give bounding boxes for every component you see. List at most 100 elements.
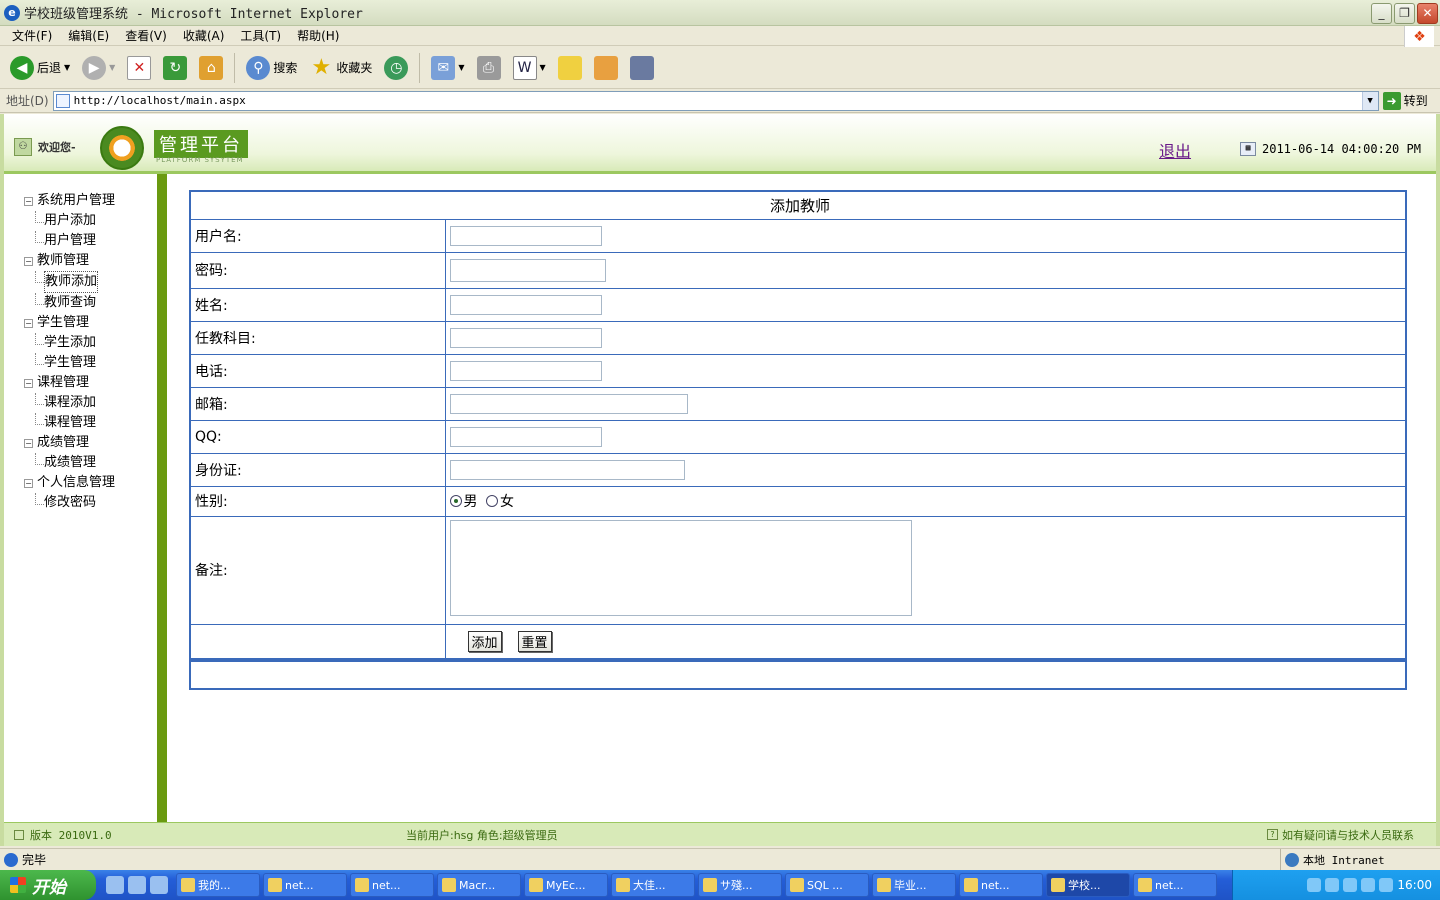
qq-cell: [444, 419, 1407, 454]
messenger-button[interactable]: [626, 54, 658, 82]
logout-link[interactable]: 退出: [1159, 138, 1191, 162]
reset-button[interactable]: 重置: [517, 630, 552, 652]
idcard-input[interactable]: [449, 459, 685, 480]
security-icon[interactable]: [1379, 878, 1394, 892]
datetime-text: 2011-06-14 04:00:20 PM: [1262, 142, 1421, 156]
add-button[interactable]: 添加: [467, 630, 502, 652]
taskbar-item[interactable]: 大佳...: [611, 873, 695, 897]
start-button[interactable]: 开始: [0, 870, 96, 900]
tree-item-course-add[interactable]: 课程添加: [24, 393, 115, 413]
minimize-button[interactable]: _: [1371, 3, 1392, 24]
search-button[interactable]: ⚲ 搜索: [242, 54, 301, 82]
close-button[interactable]: ✕: [1417, 3, 1438, 24]
history-icon: ◷: [384, 55, 409, 80]
tree-item-teacher-query[interactable]: 教师查询: [24, 293, 115, 313]
tree-item-course-manage[interactable]: 课程管理: [24, 413, 115, 433]
research-button[interactable]: [590, 54, 622, 82]
keyboard-icon[interactable]: [1307, 878, 1322, 892]
taskbar-item[interactable]: net...: [350, 873, 434, 897]
username-input[interactable]: [449, 225, 602, 246]
taskbar-item[interactable]: net...: [263, 873, 347, 897]
arrow-icon[interactable]: [1325, 878, 1340, 892]
quick-launch: [106, 876, 168, 894]
idcard-label: 身份证:: [189, 452, 446, 487]
tree-item-student-add[interactable]: 学生添加: [24, 333, 115, 353]
logo-subtitle: PLATFORM SYSYTEM: [156, 156, 244, 164]
taskbar-item[interactable]: サ殘...: [698, 873, 782, 897]
tree-group-grades[interactable]: − 成绩管理: [24, 433, 115, 453]
collapse-icon[interactable]: −: [24, 378, 33, 388]
password-input[interactable]: [449, 258, 606, 282]
tree-item-label: 修改密码: [44, 495, 97, 510]
gender-cell: 男 女: [444, 485, 1407, 517]
collapse-icon[interactable]: −: [24, 318, 33, 328]
favorites-button[interactable]: ★ 收藏夹: [305, 54, 376, 82]
edit-button[interactable]: W ▼: [509, 54, 550, 82]
menu-edit[interactable]: 编辑(E): [60, 27, 117, 44]
taskbar-item[interactable]: net...: [959, 873, 1043, 897]
stop-button[interactable]: ✕: [123, 54, 155, 82]
taskbar-item[interactable]: 毕业...: [872, 873, 956, 897]
go-button[interactable]: ➜ 转到: [1382, 91, 1428, 110]
phone-input[interactable]: [449, 360, 602, 381]
tree-item-user-manage[interactable]: 用户管理: [24, 231, 115, 251]
menu-favorites[interactable]: 收藏(A): [175, 27, 233, 44]
tree-item-grade-manage[interactable]: 成绩管理: [24, 453, 115, 473]
collapse-icon[interactable]: −: [24, 256, 33, 266]
tree-item-user-add[interactable]: 用户添加: [24, 211, 115, 231]
windows-flag-icon: [10, 877, 26, 893]
taskbar-item[interactable]: Macr...: [437, 873, 521, 897]
tree-group-students[interactable]: − 学生管理: [24, 313, 115, 333]
tree-item-teacher-add[interactable]: 教师添加: [24, 271, 115, 293]
tree-item-student-manage[interactable]: 学生管理: [24, 353, 115, 373]
taskbar-item[interactable]: SQL ...: [785, 873, 869, 897]
collapse-icon[interactable]: −: [24, 478, 33, 488]
tree-group-system-users[interactable]: − 系统用户管理: [24, 191, 115, 211]
subject-input[interactable]: [449, 327, 602, 348]
notes-textarea[interactable]: [449, 520, 912, 616]
home-button[interactable]: ⌂: [195, 54, 227, 82]
taskbar-item[interactable]: net...: [1133, 873, 1217, 897]
print-button[interactable]: ⎙: [473, 54, 505, 82]
email-input[interactable]: [449, 393, 688, 414]
media-player-icon[interactable]: [150, 876, 168, 894]
taskbar-item-active[interactable]: 学校...: [1046, 873, 1130, 897]
tree-item-change-password[interactable]: 修改密码: [24, 493, 115, 513]
task-label: 学校...: [1068, 879, 1101, 892]
network-icon[interactable]: [1343, 878, 1358, 892]
ie-quicklaunch-icon[interactable]: [128, 876, 146, 894]
tree-group-courses[interactable]: − 课程管理: [24, 373, 115, 393]
collapse-icon[interactable]: −: [24, 196, 33, 206]
menu-view[interactable]: 查看(V): [117, 27, 175, 44]
qq-input[interactable]: [449, 426, 602, 447]
collapse-icon[interactable]: −: [24, 438, 33, 448]
discuss-button[interactable]: [554, 54, 586, 82]
menu-help[interactable]: 帮助(H): [289, 27, 347, 44]
email-cell: [444, 386, 1407, 421]
forward-button[interactable]: ▶ ▼: [78, 54, 119, 82]
menu-tools[interactable]: 工具(T): [232, 27, 289, 44]
history-button[interactable]: ◷: [380, 54, 412, 82]
taskbar-item[interactable]: MyEc...: [524, 873, 608, 897]
shield-icon[interactable]: [1361, 878, 1376, 892]
gender-male-radio[interactable]: 男: [449, 491, 478, 511]
restore-button[interactable]: ❐: [1394, 3, 1415, 24]
menu-file[interactable]: 文件(F): [4, 27, 60, 44]
back-button[interactable]: ◀ 后退 ▼: [6, 54, 74, 82]
tree-group-teachers[interactable]: − 教师管理: [24, 251, 115, 271]
page-content: ⚇ 欢迎您- 管理平台 PLATFORM SYSYTEM 退出 ▦ 2011-0…: [0, 114, 1440, 846]
name-input[interactable]: [449, 294, 602, 315]
tree-group-personal[interactable]: − 个人信息管理: [24, 473, 115, 493]
gender-female-radio[interactable]: 女: [485, 491, 514, 511]
refresh-button[interactable]: ↻: [159, 54, 191, 82]
notes-cell: [444, 515, 1407, 625]
address-input[interactable]: http://localhost/main.aspx ▼: [52, 90, 1379, 111]
tree-item-label: 用户管理: [44, 233, 97, 248]
show-desktop-icon[interactable]: [106, 876, 124, 894]
taskbar-item[interactable]: 我的...: [176, 873, 260, 897]
task-label: net...: [372, 878, 401, 892]
refresh-icon: ↻: [163, 55, 188, 80]
tree-group-label: 课程管理: [37, 375, 90, 390]
mail-button[interactable]: ✉ ▼: [427, 54, 468, 82]
address-dropdown-icon[interactable]: ▼: [1361, 91, 1378, 110]
